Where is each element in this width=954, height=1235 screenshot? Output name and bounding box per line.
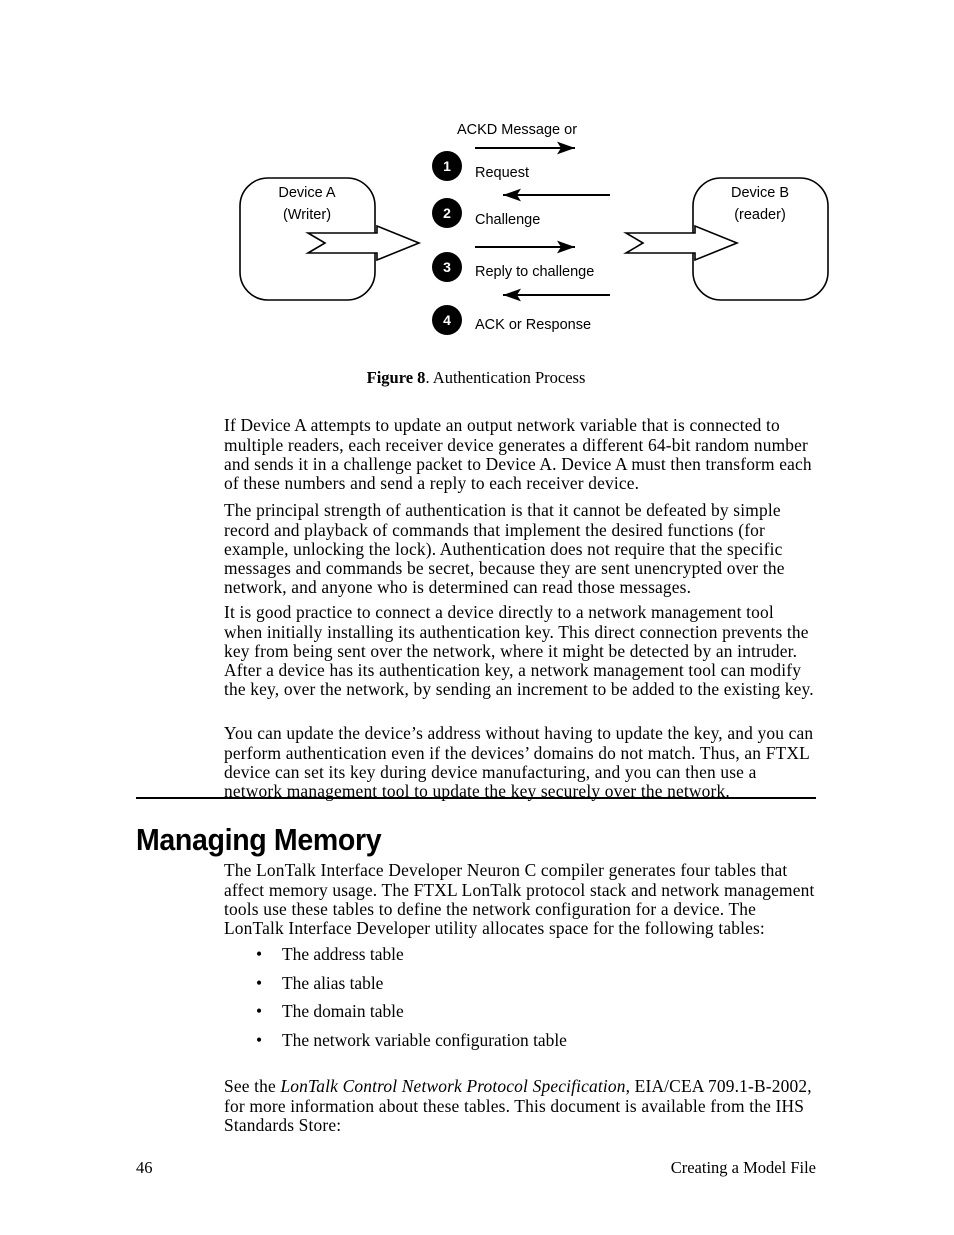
list-item: • The address table xyxy=(224,945,816,974)
footer-section-title: Creating a Model File xyxy=(670,1158,816,1177)
step-1-number: 1 xyxy=(443,158,451,174)
step-2-number: 2 xyxy=(443,205,451,221)
figure-step-4: 4 ACK or Response xyxy=(432,288,610,335)
bullet-icon: • xyxy=(256,972,263,993)
list-item-label: The domain table xyxy=(282,1001,404,1021)
spec-ref-prefix: See the xyxy=(224,1076,281,1097)
device-b-label-line2: (reader) xyxy=(734,207,786,223)
step-2-label: Challenge xyxy=(475,212,540,228)
step-1-label: Request xyxy=(475,165,529,181)
list-item: • The alias table xyxy=(224,972,816,1003)
bullet-icon: • xyxy=(256,944,263,964)
list-item-label: The network variable configuration table xyxy=(282,1029,567,1050)
figure-caption-label: Figure 8 xyxy=(366,368,426,387)
list-item: • The network variable configuration tab… xyxy=(224,1029,816,1060)
paragraph-authentication-multiple-readers: If Device A attempts to update an output… xyxy=(224,415,812,493)
step-3-number: 3 xyxy=(443,259,451,275)
figure-step-2: 2 Challenge xyxy=(432,188,610,228)
step-4-number: 4 xyxy=(443,312,451,328)
paragraph-authentication-strength: The principal strength of authentication… xyxy=(224,500,785,598)
step-3-label: Reply to challenge xyxy=(475,264,594,280)
figure-caption: Figure 8. Authentication Process xyxy=(136,368,816,389)
device-a-label-line2: (Writer) xyxy=(283,207,331,223)
page-title: Managing Memory xyxy=(136,821,382,857)
list-item: • The domain table xyxy=(224,1002,816,1031)
device-b-label-line1: Device B xyxy=(731,185,789,201)
paragraph-specification-reference: See the LonTalk Control Network Protocol… xyxy=(224,1077,816,1135)
list-item-label: The address table xyxy=(282,944,404,964)
authentication-diagram-svg: Device A (Writer) Device B (reader) ACKD… xyxy=(239,122,829,335)
figure-header-note: ACKD Message or xyxy=(457,122,577,138)
bullet-icon: • xyxy=(256,1029,263,1050)
page-footer: 46 Creating a Model File xyxy=(136,1158,816,1182)
list-item-label: The alias table xyxy=(282,972,384,993)
spec-ref-title: LonTalk Control Network Protocol Specifi… xyxy=(280,1076,626,1097)
step-4-label: ACK or Response xyxy=(475,317,591,333)
device-a-node: Device A (Writer) xyxy=(239,177,422,301)
paragraph-authentication-key-install: It is good practice to connect a device … xyxy=(224,602,814,700)
footer-page-number: 46 xyxy=(136,1158,153,1177)
device-b-node: Device B (reader) xyxy=(623,177,829,301)
memory-tables-list: • The address table • The alias table • … xyxy=(224,945,816,1059)
figure-step-3: 3 Reply to challenge xyxy=(432,240,594,282)
figure-caption-text: . Authentication Process xyxy=(425,368,586,387)
paragraph-device-address-update: You can update the device’s address with… xyxy=(224,723,814,801)
device-a-label-line1: Device A xyxy=(278,185,336,201)
paragraph-managing-memory-intro: The LonTalk Interface Developer Neuron C… xyxy=(224,860,815,938)
heading-divider-rule xyxy=(136,797,816,799)
bullet-icon: • xyxy=(256,1001,263,1021)
authentication-process-figure: Device A (Writer) Device B (reader) ACKD… xyxy=(0,0,954,360)
figure-step-1: 1 Request xyxy=(432,141,575,181)
